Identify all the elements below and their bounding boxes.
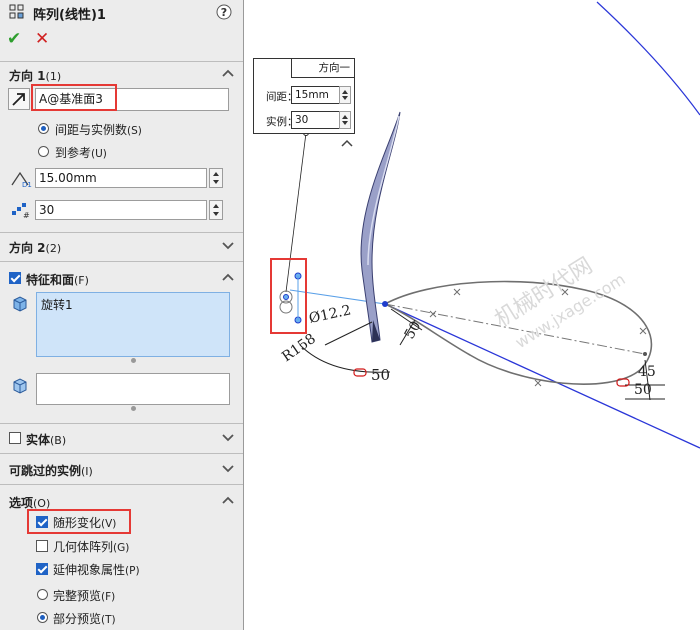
callout-spacing-stepper[interactable]: [339, 86, 351, 104]
dimension-50-c: 50: [634, 382, 652, 398]
graphics-area[interactable]: Ø12.2 R158 50 50 45 50 机械时代网 www.jxage.c…: [245, 0, 700, 630]
resize-handle[interactable]: [131, 358, 136, 363]
divider: [0, 453, 243, 454]
to-reference-radio[interactable]: [38, 146, 49, 157]
svg-text:D1: D1: [22, 181, 32, 189]
end-point: [643, 352, 647, 356]
diameter-dimension: Ø12.2: [308, 302, 353, 327]
direction2-title: 方向 2: [9, 241, 46, 255]
svg-text:?: ?: [221, 6, 227, 19]
geometry-pattern-text: 几何体阵列: [53, 540, 114, 554]
to-reference-key: (U): [91, 148, 107, 160]
chevron-up-icon[interactable]: [221, 270, 235, 284]
chevron-up-icon[interactable]: [341, 138, 353, 148]
instances-count-icon: #: [12, 203, 30, 219]
callout-title: 方向一: [291, 59, 354, 78]
spacing-instances-label: 间距与实例数(S): [55, 121, 142, 138]
dimension-50-b: 50: [402, 319, 425, 342]
chevron-down-icon[interactable]: [221, 461, 235, 475]
skip-instances-header[interactable]: 可跳过的实例(I): [0, 458, 243, 480]
to-reference-text: 到参考: [55, 146, 92, 160]
geometry-pattern-label: 几何体阵列(G): [53, 538, 129, 555]
callout-instances-field[interactable]: 30: [291, 111, 341, 129]
divider: [0, 61, 243, 62]
divider: [0, 261, 243, 262]
divider: [0, 423, 243, 424]
partial-preview-radio[interactable]: [37, 612, 48, 623]
divider: [0, 232, 243, 233]
spacing-instances-radio[interactable]: [38, 123, 49, 134]
features-faces-header[interactable]: 特征和面(F): [0, 267, 243, 289]
feature-title: 阵列(线性)1: [33, 8, 106, 23]
spacing-stepper[interactable]: [209, 168, 223, 188]
help-icon[interactable]: ?: [216, 4, 232, 20]
chevron-down-icon[interactable]: [221, 238, 235, 252]
direction2-shortcut: (2): [45, 242, 62, 255]
resize-handle[interactable]: [131, 406, 136, 411]
direction-callout[interactable]: 方向一 间距： 15mm 实例： 30: [253, 58, 355, 134]
skip-instances-shortcut: (I): [81, 465, 93, 478]
chevron-up-icon[interactable]: [221, 493, 235, 507]
options-title: 选项: [9, 496, 34, 510]
features-faces-title: 特征和面: [26, 273, 75, 287]
watermark: 机械时代网 www.jxage.com: [491, 253, 629, 352]
origin-point: [382, 301, 388, 307]
skip-instances-title: 可跳过的实例: [9, 464, 82, 478]
features-faces-checkbox[interactable]: [9, 272, 21, 284]
features-list-item[interactable]: 旋转1: [41, 296, 73, 313]
direction1-title: 方向 1: [9, 69, 46, 83]
geometry-pattern-key: (G): [113, 542, 130, 554]
full-preview-text: 完整预览: [53, 589, 102, 603]
direction2-header[interactable]: 方向 2(2): [0, 235, 243, 257]
direction1-shortcut: (1): [45, 70, 62, 83]
propagate-visual-text: 延伸视象属性: [53, 563, 126, 577]
highlight-box: [31, 84, 117, 111]
instances-stepper[interactable]: [209, 200, 223, 220]
cancel-button[interactable]: ✕: [35, 29, 49, 49]
geometry-pattern-checkbox[interactable]: [36, 540, 48, 552]
direction1-header[interactable]: 方向 1(1): [0, 63, 243, 85]
to-reference-label: 到参考(U): [55, 144, 107, 161]
callout-instances-stepper[interactable]: [339, 111, 351, 129]
full-preview-label: 完整预览(F): [53, 587, 115, 604]
face-cube-icon: [13, 378, 27, 394]
bodies-checkbox[interactable]: [9, 432, 21, 444]
partial-preview-text: 部分预览: [53, 612, 102, 626]
instances-input[interactable]: 30: [35, 200, 207, 220]
linear-pattern-icon: [9, 4, 24, 19]
dimension-45: 45: [638, 364, 656, 380]
dimension-50-a: 50: [371, 366, 390, 384]
chevron-down-icon[interactable]: [221, 430, 235, 444]
bodies-header[interactable]: 实体(B): [0, 427, 243, 449]
chevron-up-icon[interactable]: [221, 66, 235, 80]
propagate-visual-checkbox[interactable]: [36, 563, 48, 575]
spacing-instances-text: 间距与实例数: [55, 123, 128, 137]
callout-spacing-field[interactable]: 15mm: [291, 86, 341, 104]
partial-preview-key: (T): [101, 614, 116, 626]
direction-arrow-icon[interactable]: [8, 88, 30, 110]
svg-text:#: #: [23, 211, 30, 219]
highlight-box: [27, 509, 131, 534]
reference-arc: [596, 1, 700, 116]
spacing-instances-key: (S): [127, 125, 142, 137]
feature-cube-icon: [13, 296, 27, 312]
property-manager: 阵列(线性)1 ? ✔ ✕ 方向 1(1) A@基准面3 间距与实例数(S) 到…: [0, 0, 244, 630]
bodies-shortcut: (B): [50, 434, 67, 447]
spacing-dimension-icon: D1: [11, 171, 32, 189]
propagate-visual-label: 延伸视象属性(P): [53, 561, 140, 578]
features-list[interactable]: 旋转1: [36, 292, 230, 357]
bodies-title: 实体: [26, 433, 51, 447]
full-preview-radio[interactable]: [37, 589, 48, 600]
radius-dimension: R158: [279, 331, 319, 365]
propagate-visual-key: (P): [125, 565, 140, 577]
spacing-input[interactable]: 15.00mm: [35, 168, 207, 188]
faces-list[interactable]: [36, 373, 230, 405]
features-faces-shortcut: (F): [74, 274, 89, 287]
partial-preview-label: 部分预览(T): [53, 610, 116, 627]
ok-button[interactable]: ✔: [7, 29, 21, 49]
highlight-box: [270, 258, 307, 334]
link-icon: [353, 368, 367, 377]
divider: [0, 484, 243, 485]
full-preview-key: (F): [101, 591, 116, 603]
